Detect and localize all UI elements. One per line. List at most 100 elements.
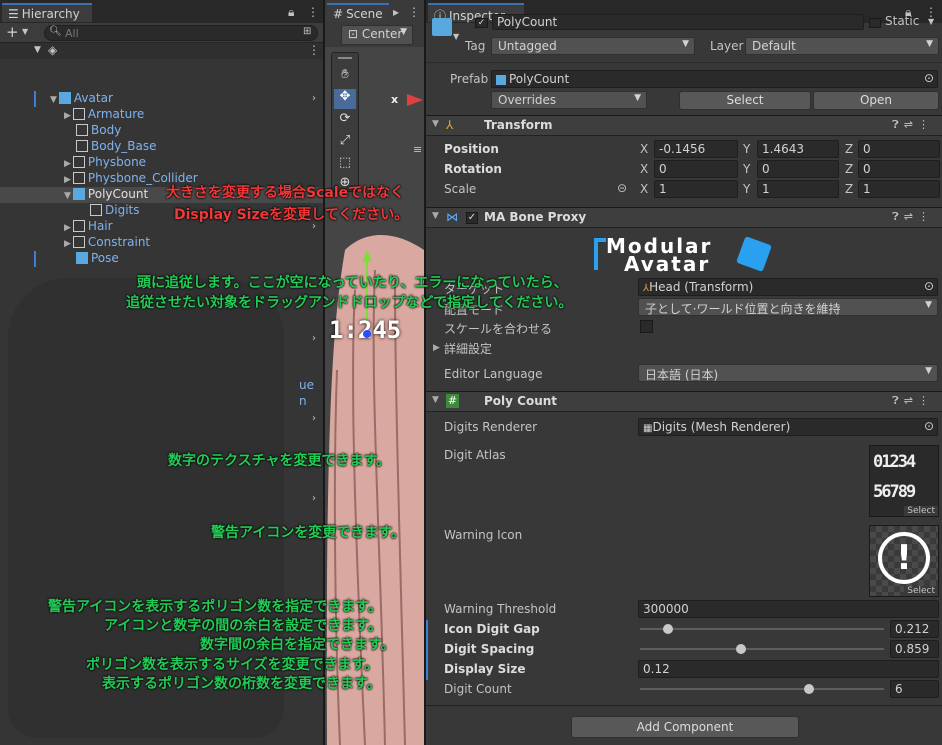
scene-menu-icon[interactable]: ≡ <box>413 143 422 156</box>
static-checkbox[interactable] <box>869 18 881 28</box>
search-input[interactable]: 🔍︎ All ⊞ <box>44 25 318 41</box>
enabled-checkbox[interactable]: ✓ <box>466 212 478 224</box>
scale-z-field[interactable]: 1 <box>858 180 940 198</box>
target-field[interactable]: ⅄Head (Transform) ⊙ <box>638 278 938 296</box>
prefab-asset-field[interactable]: PolyCount ⊙ <box>491 70 938 88</box>
row-expand-icon[interactable]: › <box>312 333 316 344</box>
position-z-field[interactable]: 0 <box>858 140 940 158</box>
kebab-menu-icon[interactable]: ⋮ <box>918 394 934 407</box>
digit-count-field[interactable]: 6 <box>890 680 939 698</box>
pivot-center-dropdown[interactable]: ⊡ Center ▼ <box>341 25 413 45</box>
icon-digit-gap-field[interactable]: 0.212 <box>890 620 939 638</box>
digits-renderer-field[interactable]: ▦Digits (Mesh Renderer) ⊙ <box>638 418 938 436</box>
editor-language-dropdown[interactable]: 日本語 (日本) ▼ <box>638 364 938 382</box>
bone-proxy-header[interactable]: ▼ ⋈ ✓ MA Bone Proxy ❓︎⇌⋮ <box>426 207 942 228</box>
help-icon[interactable]: ❓︎ <box>892 394 904 407</box>
row-expand-icon[interactable]: › <box>312 413 316 424</box>
digit-spacing-field[interactable]: 0.859 <box>890 640 939 658</box>
display-size-label: Display Size <box>444 662 526 676</box>
rotation-x-field[interactable]: 0 <box>654 160 738 178</box>
rotation-y-field[interactable]: 0 <box>757 160 839 178</box>
expand-arrow-icon[interactable]: ▶ <box>433 343 440 353</box>
slider-knob[interactable] <box>803 684 814 694</box>
chevron-right-icon[interactable]: ▸ <box>393 5 399 19</box>
position-x-field[interactable]: -0.1456 <box>654 140 738 158</box>
poly-count-header[interactable]: ▼ # Poly Count ❓︎⇌⋮ <box>426 391 942 412</box>
drag-handle[interactable] <box>338 57 352 59</box>
object-name-field[interactable]: PolyCount <box>492 14 864 30</box>
list-item[interactable]: ▼ Avatar <box>50 91 113 107</box>
chevron-down-icon[interactable]: ▼ <box>928 17 934 26</box>
select-button[interactable]: Select <box>679 91 811 110</box>
object-picker-icon[interactable]: ⊙ <box>924 71 934 85</box>
object-picker-icon[interactable]: ⊙ <box>924 419 934 433</box>
rect-tool-icon[interactable]: ⬚ <box>334 155 356 175</box>
list-item[interactable]: Digits <box>90 203 139 219</box>
add-component-button[interactable]: Add Component <box>571 716 799 738</box>
row-expand-icon[interactable]: › <box>312 93 316 104</box>
slider-knob[interactable] <box>735 644 746 654</box>
display-size-field[interactable]: 0.12 <box>638 660 939 678</box>
tag-dropdown[interactable]: Untagged ▼ <box>491 37 695 55</box>
help-icon[interactable]: ❓︎ <box>892 118 904 131</box>
link-icon[interactable]: ⊝ <box>617 181 627 195</box>
scale-y-field[interactable]: 1 <box>757 180 839 198</box>
kebab-menu-icon[interactable]: ⋮ <box>918 118 934 131</box>
chevron-down-icon[interactable]: ▼ <box>22 27 28 36</box>
list-item[interactable]: Body_Base <box>76 139 157 155</box>
transform-header[interactable]: ▼ ⅄ Transform ❓︎⇌⋮ <box>426 115 942 136</box>
list-item[interactable]: ▶ Constraint <box>64 235 150 251</box>
lock-icon[interactable]: 🔒︎ <box>288 5 294 20</box>
add-icon[interactable]: + <box>6 23 19 41</box>
object-picker-icon[interactable]: ⊙ <box>924 279 934 293</box>
kebab-menu-icon[interactable]: ⋮ <box>307 5 319 19</box>
thumbnail-select-button[interactable]: Select <box>904 586 938 596</box>
help-icon[interactable]: ❓︎ <box>892 210 904 223</box>
advanced-settings-foldout[interactable]: 詳細設定 <box>444 340 492 357</box>
placement-mode-dropdown[interactable]: 子として·ワールド位置と向きを維持 ▼ <box>638 298 938 316</box>
list-item[interactable]: ▶ Armature <box>64 107 144 123</box>
expand-arrow-icon: ▼ <box>432 395 439 405</box>
chevron-down-icon[interactable]: ▼ <box>453 32 459 41</box>
open-button[interactable]: Open <box>813 91 939 110</box>
icon-digit-gap-slider[interactable] <box>640 624 884 634</box>
blue-pivot-handle[interactable] <box>363 330 371 338</box>
green-y-axis-handle[interactable] <box>362 250 372 262</box>
move-tool-icon[interactable]: ✥ <box>334 89 356 109</box>
scene-tab[interactable]: # Scene <box>327 3 389 22</box>
list-item[interactable]: ▶ Hair <box>64 219 113 235</box>
kebab-menu-icon[interactable]: ⋮ <box>918 210 934 223</box>
rotate-tool-icon[interactable]: ⟳ <box>334 111 356 131</box>
prefab-object-icon <box>432 18 452 36</box>
digit-count-slider[interactable] <box>640 684 884 694</box>
size-note: ポリゴン数を表示するサイズを変更できます。 <box>86 657 379 673</box>
overrides-dropdown[interactable]: Overrides ▼ <box>491 91 647 109</box>
scale-x-field[interactable]: 1 <box>654 180 738 198</box>
list-item[interactable]: ▶ Physbone <box>64 155 146 171</box>
preset-icon[interactable]: ⇌ <box>904 118 918 131</box>
list-item[interactable]: ▼ PolyCount <box>64 187 148 203</box>
scene-filter-icon[interactable]: ⊞ <box>303 26 311 37</box>
digit-spacing-slider[interactable] <box>640 644 884 654</box>
warning-icon-thumbnail[interactable]: ! Select <box>869 525 939 597</box>
position-y-field[interactable]: 1.4643 <box>757 140 839 158</box>
thumbnail-select-button[interactable]: Select <box>904 506 938 516</box>
scale-tool-icon[interactable]: ⤢ <box>334 133 356 153</box>
red-x-axis-arrow[interactable] <box>407 94 423 106</box>
rotation-z-field[interactable]: 0 <box>858 160 940 178</box>
preset-icon[interactable]: ⇌ <box>904 210 918 223</box>
list-item[interactable]: Body <box>76 123 121 139</box>
match-scale-checkbox[interactable] <box>640 320 653 333</box>
kebab-menu-icon[interactable]: ⋮ <box>408 5 420 19</box>
preset-icon[interactable]: ⇌ <box>904 394 918 407</box>
digit-atlas-thumbnail[interactable]: 01234 56789 Select <box>869 445 939 517</box>
scene-row[interactable]: ▼ ◈ ⋮ <box>0 43 323 59</box>
kebab-menu-icon[interactable]: ⋮ <box>308 43 320 57</box>
hand-tool-icon[interactable]: ✋︎ <box>334 67 356 87</box>
list-item[interactable]: Pose <box>76 251 119 267</box>
hierarchy-tab[interactable]: ☰ Hierarchy <box>2 3 92 22</box>
warning-threshold-field[interactable]: 300000 <box>638 600 939 618</box>
row-expand-icon[interactable]: › <box>312 493 316 504</box>
active-checkbox[interactable]: ✓ <box>475 18 488 28</box>
layer-dropdown[interactable]: Default ▼ <box>745 37 939 55</box>
